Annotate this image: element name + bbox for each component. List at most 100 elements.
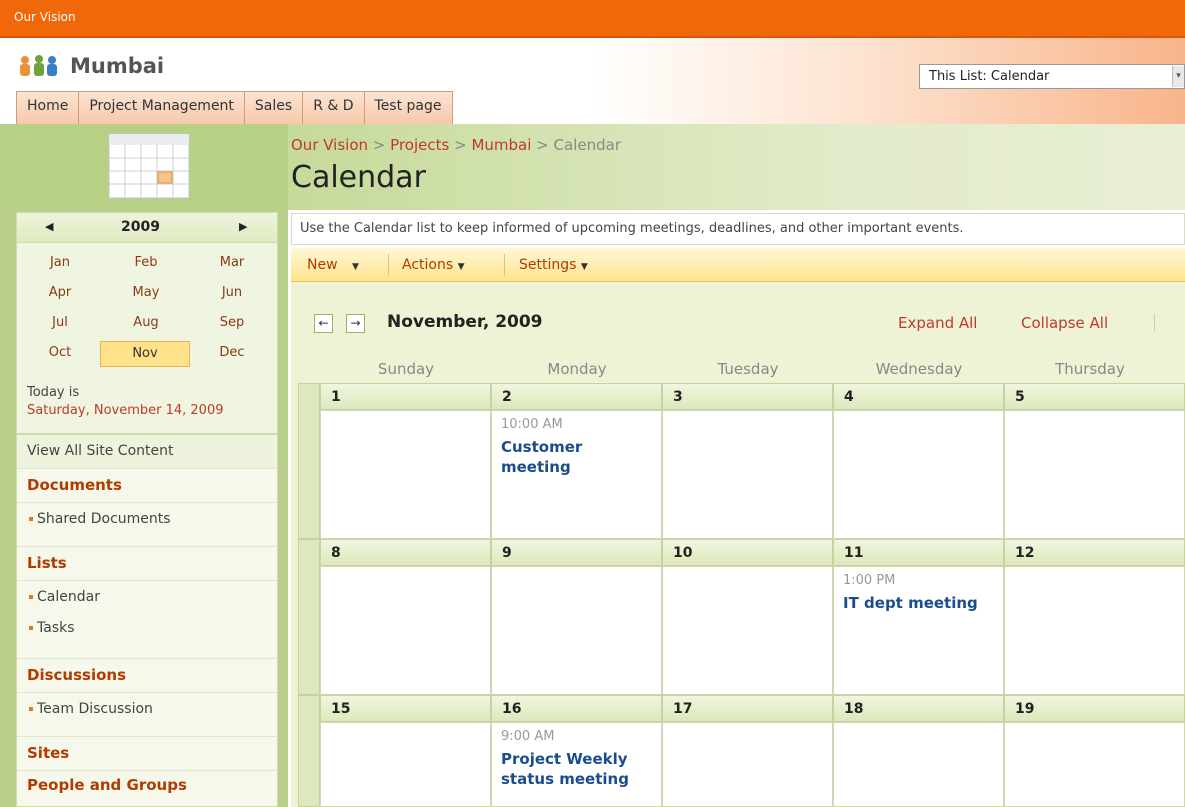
- calendar-label: Calendar: [37, 589, 100, 605]
- day-number[interactable]: 1: [320, 383, 491, 410]
- search-scope-select[interactable]: This List: Calendar ▾: [919, 64, 1185, 89]
- day-number[interactable]: 11: [833, 539, 1004, 566]
- day-cell[interactable]: [833, 410, 1004, 539]
- day-number[interactable]: 8: [320, 539, 491, 566]
- day-cell[interactable]: [1004, 410, 1185, 539]
- day-number[interactable]: 12: [1004, 539, 1185, 566]
- day-number[interactable]: 16: [491, 695, 662, 722]
- quicklaunch-documents-heading[interactable]: Documents: [17, 469, 277, 503]
- month-jun[interactable]: Jun: [199, 281, 265, 307]
- breadcrumb-link-projects[interactable]: Projects: [390, 136, 449, 154]
- date-navigator: ◀ 2009 ▶ Jan Feb Mar Apr May Jun Jul Aug…: [16, 212, 278, 434]
- next-year-arrow-icon[interactable]: ▶: [239, 220, 247, 233]
- quicklaunch-team-discussion[interactable]: Team Discussion: [17, 693, 277, 737]
- year-selector: ◀ 2009 ▶: [17, 213, 277, 243]
- day-number[interactable]: 15: [320, 695, 491, 722]
- people-logo-icon: [20, 55, 57, 76]
- month-nov-selected[interactable]: Nov: [100, 341, 190, 367]
- day-number[interactable]: 5: [1004, 383, 1185, 410]
- quicklaunch-discussions-heading[interactable]: Discussions: [17, 659, 277, 693]
- quicklaunch-lists-heading[interactable]: Lists: [17, 547, 277, 581]
- day-cell[interactable]: [320, 566, 491, 695]
- shared-documents-label: Shared Documents: [37, 511, 171, 527]
- day-number[interactable]: 10: [662, 539, 833, 566]
- day-number[interactable]: 18: [833, 695, 1004, 722]
- tab-home[interactable]: Home: [16, 91, 80, 124]
- toolbar-divider: [388, 254, 389, 276]
- collapse-all-link[interactable]: Collapse All: [1021, 314, 1108, 332]
- bullet-icon: [29, 595, 33, 599]
- day-cell[interactable]: [1004, 722, 1185, 807]
- week-gutter[interactable]: [298, 383, 320, 539]
- quicklaunch-calendar[interactable]: Calendar: [17, 581, 277, 615]
- day-number[interactable]: 17: [662, 695, 833, 722]
- day-number[interactable]: 4: [833, 383, 1004, 410]
- today-label: Today is: [27, 385, 80, 400]
- month-jan[interactable]: Jan: [27, 251, 93, 277]
- day-number[interactable]: 3: [662, 383, 833, 410]
- month-jul[interactable]: Jul: [27, 311, 93, 337]
- day-cell[interactable]: [491, 566, 662, 695]
- day-number[interactable]: 9: [491, 539, 662, 566]
- tab-sales[interactable]: Sales: [244, 91, 304, 124]
- day-cell[interactable]: 1:00 PM IT dept meeting: [833, 566, 1004, 695]
- day-cell[interactable]: [320, 722, 491, 807]
- next-month-arrow-icon[interactable]: →: [346, 314, 365, 333]
- week-gutter[interactable]: [298, 695, 320, 807]
- site-header: Mumbai This List: Calendar ▾ Home Projec…: [0, 38, 1185, 124]
- month-sep[interactable]: Sep: [199, 311, 265, 337]
- view-all-site-content-link[interactable]: View All Site Content: [17, 435, 277, 469]
- breadcrumb-link-our-vision[interactable]: Our Vision: [291, 136, 368, 154]
- bullet-icon: [29, 517, 33, 521]
- day-cell[interactable]: [662, 566, 833, 695]
- week-gutter[interactable]: [298, 539, 320, 695]
- day-cell[interactable]: [662, 722, 833, 807]
- event-time: 10:00 AM: [501, 417, 563, 432]
- breadcrumb-link-mumbai[interactable]: Mumbai: [471, 136, 531, 154]
- site-title[interactable]: Mumbai: [70, 54, 164, 78]
- month-feb[interactable]: Feb: [113, 251, 179, 277]
- top-site-bar: Our Vision: [0, 0, 1185, 38]
- quicklaunch-tasks[interactable]: Tasks: [17, 615, 277, 659]
- day-cell[interactable]: 10:00 AM Customer meeting: [491, 410, 662, 539]
- month-apr[interactable]: Apr: [27, 281, 93, 307]
- event-title-link[interactable]: IT dept meeting: [843, 593, 1003, 613]
- quicklaunch-shared-documents[interactable]: Shared Documents: [17, 503, 277, 547]
- previous-year-arrow-icon[interactable]: ◀: [45, 220, 53, 233]
- calendar-icon: [108, 133, 190, 199]
- top-site-link[interactable]: Our Vision: [14, 10, 76, 24]
- chevron-down-icon[interactable]: ▾: [1172, 66, 1184, 87]
- quick-launch: View All Site Content Documents Shared D…: [16, 434, 278, 807]
- day-cell[interactable]: [833, 722, 1004, 807]
- tab-project-management[interactable]: Project Management: [79, 91, 245, 124]
- actions-menu[interactable]: Actions ▼: [402, 257, 465, 273]
- bullet-icon: [29, 626, 33, 630]
- event-title-link[interactable]: Customer meeting: [501, 437, 611, 477]
- tab-r-and-d[interactable]: R & D: [303, 91, 365, 124]
- expand-all-link[interactable]: Expand All: [898, 314, 977, 332]
- quicklaunch-sites-heading[interactable]: Sites: [17, 737, 277, 771]
- day-name-tuesday: Tuesday: [717, 360, 779, 378]
- chevron-down-icon: ▼: [457, 262, 465, 272]
- new-menu[interactable]: New ▼: [307, 257, 359, 273]
- quicklaunch-people-and-groups-heading[interactable]: People and Groups: [17, 771, 277, 805]
- day-number[interactable]: 2: [491, 383, 662, 410]
- settings-menu[interactable]: Settings ▼: [519, 257, 588, 273]
- team-discussion-label: Team Discussion: [37, 701, 153, 717]
- previous-month-arrow-icon[interactable]: ←: [314, 314, 333, 333]
- month-aug[interactable]: Aug: [113, 311, 179, 337]
- actions-menu-label: Actions: [402, 257, 454, 273]
- day-cell[interactable]: [662, 410, 833, 539]
- month-mar[interactable]: Mar: [199, 251, 265, 277]
- day-cell[interactable]: [320, 410, 491, 539]
- month-oct[interactable]: Oct: [27, 341, 93, 367]
- chevron-down-icon: ▼: [352, 262, 359, 272]
- month-may[interactable]: May: [113, 281, 179, 307]
- event-title-link[interactable]: Project Weekly status meeting: [501, 749, 661, 789]
- day-number[interactable]: 19: [1004, 695, 1185, 722]
- today-date-link[interactable]: Saturday, November 14, 2009: [27, 403, 224, 418]
- tab-test-page[interactable]: Test page: [364, 91, 453, 124]
- day-cell[interactable]: [1004, 566, 1185, 695]
- month-dec[interactable]: Dec: [199, 341, 265, 367]
- day-cell[interactable]: 9:00 AM Project Weekly status meeting: [491, 722, 662, 807]
